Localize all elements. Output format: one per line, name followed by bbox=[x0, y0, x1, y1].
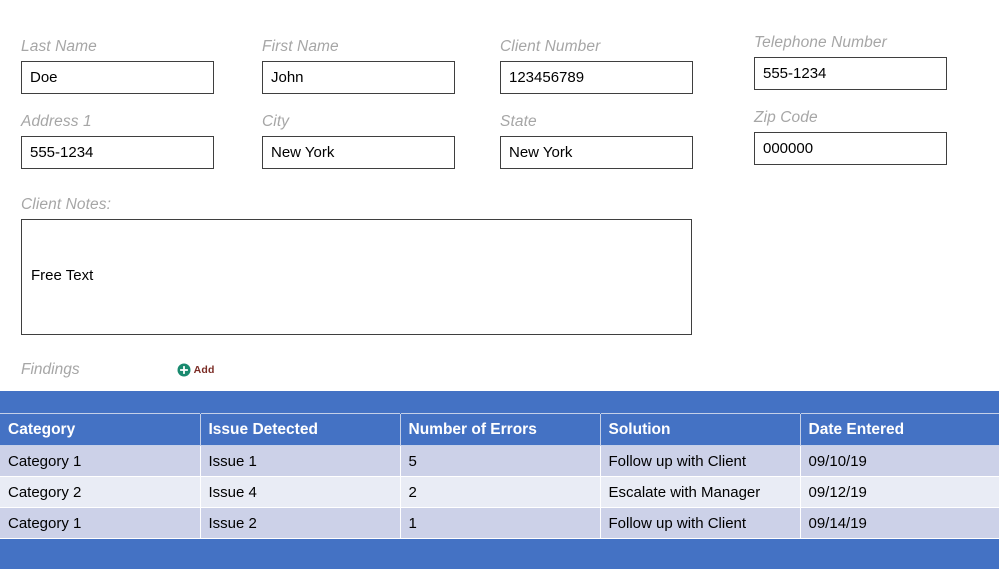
last-name-input[interactable]: Doe bbox=[21, 61, 214, 94]
column-header-category[interactable]: Category bbox=[0, 414, 200, 446]
cell-category: Category 1 bbox=[0, 446, 200, 477]
field-label-first-name: First Name bbox=[262, 38, 455, 56]
cell-category: Category 1 bbox=[0, 508, 200, 539]
column-header-date[interactable]: Date Entered bbox=[800, 414, 999, 446]
table-bottom-band-cell bbox=[0, 539, 200, 569]
cell-issue: Issue 2 bbox=[200, 508, 400, 539]
cell-errors: 2 bbox=[400, 477, 600, 508]
table-row[interactable]: Category 1 Issue 2 1 Follow up with Clie… bbox=[0, 508, 999, 539]
plus-circle-icon bbox=[177, 363, 191, 377]
field-label-last-name: Last Name bbox=[21, 38, 214, 56]
field-address-1: Address 1 555-1234 bbox=[21, 113, 214, 169]
findings-label: Findings bbox=[21, 361, 80, 379]
state-input[interactable]: New York bbox=[500, 136, 693, 169]
cell-issue: Issue 4 bbox=[200, 477, 400, 508]
table-bottom-band bbox=[0, 539, 999, 569]
client-notes-label: Client Notes: bbox=[21, 196, 692, 214]
findings-header-row: Findings Add bbox=[21, 361, 215, 379]
client-notes-block: Client Notes: Free Text bbox=[21, 196, 692, 335]
field-state: State New York bbox=[500, 113, 693, 169]
table-bottom-band-cell bbox=[200, 539, 400, 569]
table-top-band-cell bbox=[0, 391, 200, 414]
column-header-issue[interactable]: Issue Detected bbox=[200, 414, 400, 446]
first-name-input[interactable]: John bbox=[262, 61, 455, 94]
field-last-name: Last Name Doe bbox=[21, 38, 214, 94]
field-telephone-number: Telephone Number 555-1234 bbox=[754, 34, 947, 90]
cell-date: 09/10/19 bbox=[800, 446, 999, 477]
field-label-city: City bbox=[262, 113, 455, 131]
city-input[interactable]: New York bbox=[262, 136, 455, 169]
field-label-client-number: Client Number bbox=[500, 38, 693, 56]
client-notes-textarea[interactable]: Free Text bbox=[21, 219, 692, 335]
field-label-zip-code: Zip Code bbox=[754, 109, 947, 127]
cell-date: 09/12/19 bbox=[800, 477, 999, 508]
table-bottom-band-cell bbox=[800, 539, 999, 569]
table-bottom-band-cell bbox=[600, 539, 800, 569]
field-label-address-1: Address 1 bbox=[21, 113, 214, 131]
field-label-telephone-number: Telephone Number bbox=[754, 34, 947, 52]
column-header-solution[interactable]: Solution bbox=[600, 414, 800, 446]
table-top-band-cell bbox=[600, 391, 800, 414]
cell-errors: 1 bbox=[400, 508, 600, 539]
table-top-band bbox=[0, 391, 999, 414]
findings-table: Category Issue Detected Number of Errors… bbox=[0, 391, 999, 569]
field-city: City New York bbox=[262, 113, 455, 169]
table-row[interactable]: Category 1 Issue 1 5 Follow up with Clie… bbox=[0, 446, 999, 477]
client-form: Last Name Doe First Name John Client Num… bbox=[0, 0, 999, 390]
add-finding-button[interactable]: Add bbox=[177, 363, 215, 377]
table-top-band-cell bbox=[200, 391, 400, 414]
cell-errors: 5 bbox=[400, 446, 600, 477]
address-1-input[interactable]: 555-1234 bbox=[21, 136, 214, 169]
telephone-number-input[interactable]: 555-1234 bbox=[754, 57, 947, 90]
cell-issue: Issue 1 bbox=[200, 446, 400, 477]
column-header-errors[interactable]: Number of Errors bbox=[400, 414, 600, 446]
cell-solution: Follow up with Client bbox=[600, 508, 800, 539]
zip-code-input[interactable]: 000000 bbox=[754, 132, 947, 165]
field-first-name: First Name John bbox=[262, 38, 455, 94]
table-top-band-cell bbox=[400, 391, 600, 414]
cell-date: 09/14/19 bbox=[800, 508, 999, 539]
client-notes-value: Free Text bbox=[31, 267, 93, 284]
cell-solution: Follow up with Client bbox=[600, 446, 800, 477]
field-zip-code: Zip Code 000000 bbox=[754, 109, 947, 165]
table-bottom-band-cell bbox=[400, 539, 600, 569]
client-number-input[interactable]: 123456789 bbox=[500, 61, 693, 94]
cell-category: Category 2 bbox=[0, 477, 200, 508]
table-header-row: Category Issue Detected Number of Errors… bbox=[0, 414, 999, 446]
field-label-state: State bbox=[500, 113, 693, 131]
add-finding-label: Add bbox=[194, 364, 215, 376]
cell-solution: Escalate with Manager bbox=[600, 477, 800, 508]
field-client-number: Client Number 123456789 bbox=[500, 38, 693, 94]
table-top-band-cell bbox=[800, 391, 999, 414]
table-row[interactable]: Category 2 Issue 4 2 Escalate with Manag… bbox=[0, 477, 999, 508]
